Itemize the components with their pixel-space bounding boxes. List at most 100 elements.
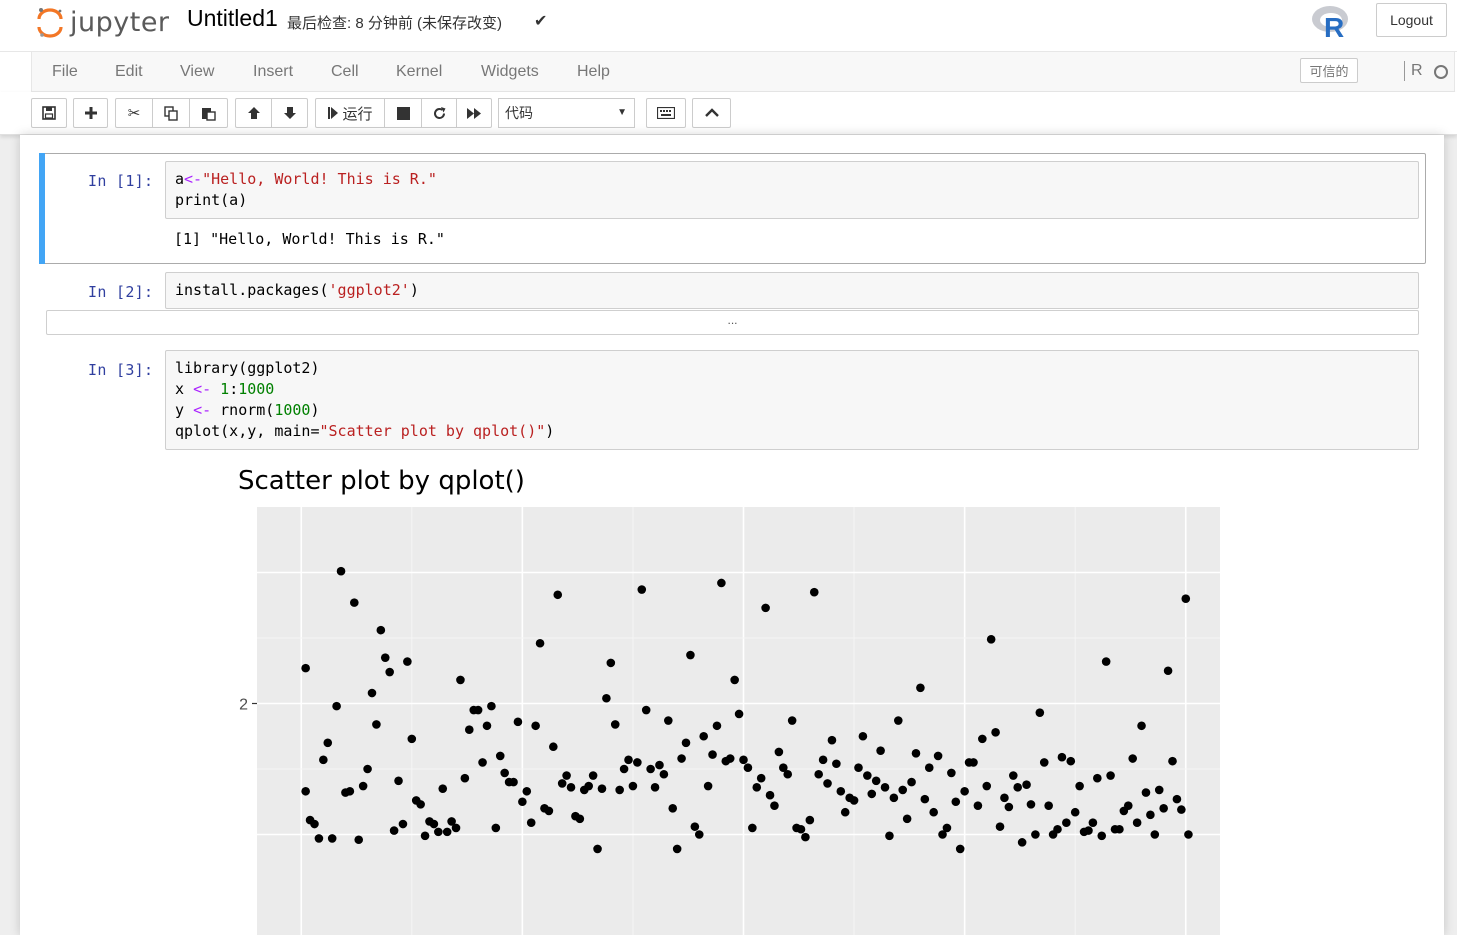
data-point bbox=[633, 758, 642, 767]
scatter-plot: 2 bbox=[239, 507, 1220, 935]
data-point bbox=[978, 734, 987, 744]
data-point bbox=[456, 675, 465, 685]
plus-icon bbox=[84, 107, 97, 119]
interrupt-button[interactable] bbox=[384, 98, 422, 128]
data-point bbox=[584, 781, 594, 791]
menu-file[interactable]: File bbox=[52, 63, 78, 81]
r-kernel-logo-icon: R bbox=[1312, 6, 1348, 39]
run-button[interactable]: 运行 bbox=[315, 98, 385, 128]
data-point bbox=[549, 742, 558, 752]
data-point bbox=[1181, 594, 1191, 603]
menu-view[interactable]: View bbox=[180, 63, 214, 81]
save-button[interactable] bbox=[31, 98, 67, 128]
jupyter-logo[interactable]: jupyter bbox=[36, 4, 170, 40]
data-point bbox=[1031, 830, 1040, 839]
svg-text:R: R bbox=[1324, 12, 1344, 39]
data-point bbox=[327, 834, 337, 843]
command-palette-button[interactable] bbox=[646, 98, 686, 128]
move-down-button[interactable] bbox=[271, 98, 308, 128]
input-prompt: In [1]: bbox=[88, 172, 154, 190]
data-point bbox=[372, 720, 381, 729]
data-point bbox=[301, 786, 310, 796]
data-point bbox=[416, 800, 425, 809]
data-point bbox=[1106, 771, 1115, 780]
menu-kernel[interactable]: Kernel bbox=[396, 63, 442, 81]
restart-button[interactable] bbox=[421, 98, 457, 128]
data-point bbox=[588, 771, 598, 780]
data-point bbox=[867, 789, 877, 799]
data-point bbox=[924, 763, 934, 772]
data-point bbox=[659, 769, 669, 779]
data-point bbox=[1053, 824, 1062, 834]
plot-title: Scatter plot by qplot() bbox=[238, 466, 525, 496]
menu-widgets[interactable]: Widgets bbox=[481, 63, 539, 81]
data-point bbox=[345, 786, 355, 796]
fast-forward-icon bbox=[467, 107, 481, 119]
data-point bbox=[885, 831, 894, 841]
collapsed-output[interactable]: ... bbox=[46, 310, 1419, 335]
data-point bbox=[1146, 810, 1155, 820]
data-point bbox=[522, 786, 532, 796]
keyboard-icon bbox=[657, 107, 675, 119]
restart-run-all-button[interactable] bbox=[456, 98, 492, 128]
data-point bbox=[902, 814, 912, 824]
data-point bbox=[1075, 781, 1084, 791]
data-point bbox=[628, 781, 638, 791]
cell-type-select[interactable]: 代码 ▼ bbox=[498, 98, 635, 128]
toggle-header-button[interactable] bbox=[692, 98, 731, 128]
data-point bbox=[951, 797, 961, 807]
data-point bbox=[694, 830, 704, 839]
data-point bbox=[442, 827, 452, 837]
data-point bbox=[526, 818, 536, 828]
data-point bbox=[513, 717, 523, 727]
data-point bbox=[429, 819, 439, 829]
data-point bbox=[991, 728, 1000, 737]
logout-button[interactable]: Logout bbox=[1376, 3, 1447, 37]
data-point bbox=[668, 804, 678, 813]
menu-help[interactable]: Help bbox=[577, 63, 610, 81]
move-up-button[interactable] bbox=[235, 98, 272, 128]
code-input-area[interactable]: library(ggplot2) x <- 1:1000 y <- rnorm(10… bbox=[165, 350, 1419, 450]
paste-button[interactable] bbox=[189, 98, 228, 128]
data-point bbox=[615, 785, 624, 795]
data-point bbox=[1039, 758, 1049, 767]
insert-cell-button[interactable] bbox=[73, 98, 108, 128]
data-point bbox=[765, 790, 775, 800]
data-point bbox=[672, 844, 682, 854]
data-point bbox=[756, 773, 766, 783]
data-point bbox=[708, 750, 717, 759]
data-point bbox=[336, 566, 346, 576]
data-point bbox=[1022, 780, 1031, 790]
code-line: a<-"Hello, World! This is R." bbox=[175, 170, 437, 188]
data-point bbox=[566, 783, 576, 792]
data-point bbox=[597, 784, 607, 793]
data-point bbox=[354, 835, 364, 845]
code-input-area[interactable]: install.packages('ggplot2') bbox=[165, 272, 1419, 309]
trusted-indicator[interactable]: 可信的 bbox=[1300, 58, 1358, 83]
data-point bbox=[473, 705, 483, 715]
copy-button[interactable] bbox=[152, 98, 190, 128]
cell-type-value: 代码 bbox=[505, 105, 533, 121]
data-point bbox=[876, 746, 885, 755]
data-point bbox=[858, 731, 868, 741]
header: jupyter Untitled1 最后检查: 8 分钟前 (未保存改变) ✔ … bbox=[0, 0, 1457, 51]
data-point bbox=[986, 635, 996, 644]
menu-cell[interactable]: Cell bbox=[331, 63, 359, 81]
cut-button[interactable]: ✂ bbox=[115, 98, 153, 128]
code-text: library(ggplot2) x <- 1:1000 y <- rnorm(10… bbox=[175, 358, 554, 442]
notebook-name[interactable]: Untitled1 bbox=[187, 5, 278, 32]
data-point bbox=[743, 763, 753, 772]
code-line: x <- 1:1000 bbox=[175, 380, 275, 398]
menu-edit[interactable]: Edit bbox=[115, 63, 143, 81]
menu-insert[interactable]: Insert bbox=[253, 63, 293, 81]
data-point bbox=[562, 771, 571, 780]
copy-icon bbox=[163, 105, 178, 121]
data-point bbox=[641, 705, 651, 715]
data-point bbox=[774, 747, 784, 757]
data-point bbox=[1013, 783, 1023, 792]
code-input-area[interactable]: a<-"Hello, World! This is R." print(a) bbox=[165, 161, 1419, 219]
data-point bbox=[725, 754, 735, 763]
data-point bbox=[664, 716, 673, 725]
data-point bbox=[1093, 773, 1102, 783]
data-point bbox=[310, 819, 319, 829]
